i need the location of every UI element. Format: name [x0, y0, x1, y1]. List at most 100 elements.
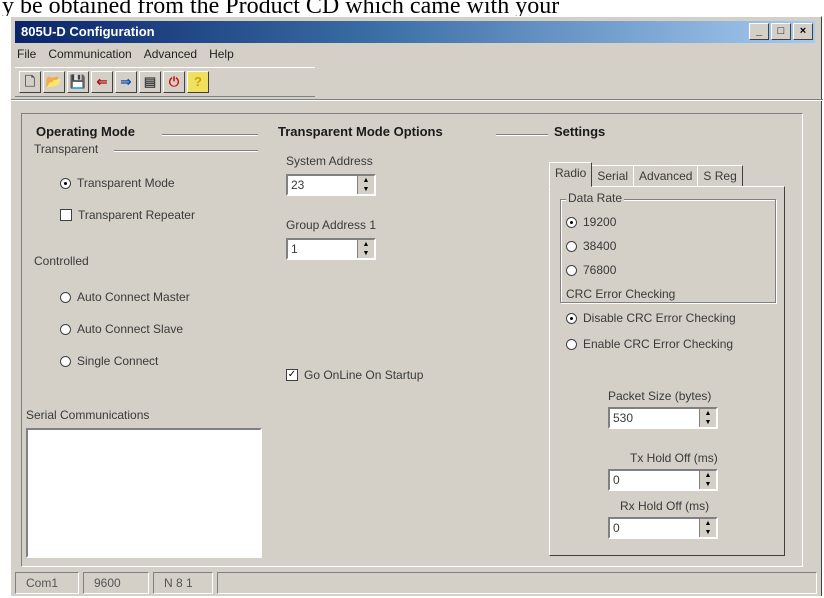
rate-38400-label: 38400	[583, 239, 617, 253]
single-connect-label: Single Connect	[77, 354, 159, 368]
rate-19200-radio[interactable]: 19200	[566, 215, 616, 229]
settings-tabs: Radio Serial Advanced S Reg	[549, 162, 743, 187]
tx-hold-spinner[interactable]: 0 ▲ ▼	[608, 469, 718, 491]
system-address-value: 23	[291, 178, 305, 192]
group-address-value: 1	[291, 242, 298, 256]
system-address-spinner[interactable]: 23 ▲ ▼	[286, 174, 376, 196]
tab-advanced[interactable]: Advanced	[633, 165, 699, 187]
data-rate-label: Data Rate	[566, 191, 625, 205]
title-bar[interactable]: 805U-D Configuration _ □ ×	[15, 21, 815, 43]
rate-19200-label: 19200	[583, 215, 617, 229]
open-icon[interactable]: 📂	[43, 71, 65, 93]
window-title: 805U-D Configuration	[21, 24, 155, 39]
radio-selected-icon	[566, 216, 577, 228]
transparent-repeater-checkbox[interactable]: Transparent Repeater	[60, 208, 195, 222]
crc-disable-label: Disable CRC Error Checking	[583, 311, 736, 325]
crc-enable-label: Enable CRC Error Checking	[583, 337, 734, 351]
checkmark-icon: ✓	[286, 369, 298, 381]
radio-selected-icon	[566, 312, 577, 324]
single-connect-radio[interactable]: Single Connect	[60, 354, 158, 368]
new-icon[interactable]: 🗋	[19, 71, 41, 93]
serial-communications-label: Serial Communications	[26, 408, 150, 422]
group-address-label: Group Address 1	[286, 218, 377, 232]
menu-bar: File Communication Advanced Help	[17, 47, 234, 65]
radio-icon	[566, 338, 577, 350]
menu-help[interactable]: Help	[209, 47, 234, 65]
radio-tab-pane: Data Rate 19200 38400 76800 CRC Error Ch…	[549, 186, 785, 556]
spin-down-icon[interactable]: ▼	[700, 528, 716, 537]
crc-enable-radio[interactable]: Enable CRC Error Checking	[566, 337, 733, 351]
crc-label: CRC Error Checking	[566, 287, 676, 301]
system-address-label: System Address	[286, 154, 373, 168]
spinner-arrows[interactable]: ▲ ▼	[357, 176, 374, 194]
packet-size-spinner[interactable]: 530 ▲ ▼	[608, 407, 718, 429]
power-icon[interactable]: ⏻	[163, 71, 185, 93]
transparent-mode-label: Transparent Mode	[77, 176, 175, 190]
checkbox-icon	[60, 209, 72, 221]
spin-down-icon[interactable]: ▼	[700, 480, 716, 489]
rate-76800-label: 76800	[583, 263, 617, 277]
tab-serial[interactable]: Serial	[591, 165, 635, 187]
spin-up-icon[interactable]: ▲	[700, 519, 716, 528]
transparent-group-rule	[114, 150, 258, 152]
tx-hold-value: 0	[613, 473, 620, 487]
save-icon[interactable]: 💾	[67, 71, 89, 93]
help-icon[interactable]: ?	[187, 71, 209, 93]
auto-connect-master-label: Auto Connect Master	[77, 290, 190, 304]
serial-communications-box[interactable]	[26, 428, 262, 558]
status-bar: Com1 9600 N 8 1	[15, 572, 819, 598]
tab-s-reg[interactable]: S Reg	[697, 165, 743, 187]
rx-hold-label: Rx Hold Off (ms)	[620, 499, 710, 513]
spinner-arrows[interactable]: ▲ ▼	[357, 240, 374, 258]
toolbar-separator	[11, 99, 823, 101]
tab-radio[interactable]: Radio	[549, 162, 593, 187]
crc-disable-radio[interactable]: Disable CRC Error Checking	[566, 311, 736, 325]
spinner-arrows[interactable]: ▲ ▼	[699, 471, 716, 489]
radio-icon	[60, 323, 71, 335]
go-online-checkbox[interactable]: ✓ Go OnLine On Startup	[286, 368, 423, 382]
spin-up-icon[interactable]: ▲	[358, 176, 374, 185]
spin-down-icon[interactable]: ▼	[358, 185, 374, 194]
spin-up-icon[interactable]: ▲	[358, 240, 374, 249]
spin-up-icon[interactable]: ▲	[700, 409, 716, 418]
rate-38400-radio[interactable]: 38400	[566, 239, 616, 253]
spinner-arrows[interactable]: ▲ ▼	[699, 519, 716, 537]
auto-connect-slave-radio[interactable]: Auto Connect Slave	[60, 322, 183, 336]
transparent-options-title: Transparent Mode Options	[276, 124, 445, 139]
controlled-group-label: Controlled	[34, 254, 89, 268]
auto-connect-slave-label: Auto Connect Slave	[77, 322, 184, 336]
close-button[interactable]: ×	[793, 23, 813, 40]
status-message	[217, 572, 817, 594]
radio-icon	[60, 355, 71, 367]
operating-mode-rule	[162, 134, 258, 136]
menu-communication[interactable]: Communication	[48, 47, 131, 65]
rate-76800-radio[interactable]: 76800	[566, 263, 616, 277]
group-address-spinner[interactable]: 1 ▲ ▼	[286, 238, 376, 260]
spin-down-icon[interactable]: ▼	[358, 249, 374, 258]
minimize-button[interactable]: _	[749, 23, 769, 40]
menu-file[interactable]: File	[17, 47, 36, 65]
print-icon[interactable]: ▤	[139, 71, 161, 93]
rx-hold-spinner[interactable]: 0 ▲ ▼	[608, 517, 718, 539]
spin-up-icon[interactable]: ▲	[700, 471, 716, 480]
status-format: N 8 1	[153, 572, 213, 594]
settings-title: Settings	[552, 124, 608, 139]
spin-down-icon[interactable]: ▼	[700, 418, 716, 427]
spinner-arrows[interactable]: ▲ ▼	[699, 409, 716, 427]
status-baud: 9600	[83, 572, 149, 594]
menu-advanced[interactable]: Advanced	[144, 47, 197, 65]
transparent-options-rule	[496, 134, 548, 136]
write-icon[interactable]: ⇒	[115, 71, 137, 93]
packet-size-value: 530	[613, 411, 634, 425]
operating-mode-title: Operating Mode	[34, 124, 137, 139]
auto-connect-master-radio[interactable]: Auto Connect Master	[60, 290, 190, 304]
read-icon[interactable]: ⇐	[91, 71, 113, 93]
tx-hold-label: Tx Hold Off (ms)	[630, 451, 718, 465]
radio-icon	[566, 264, 577, 276]
maximize-button[interactable]: □	[771, 23, 791, 40]
packet-size-label: Packet Size (bytes)	[608, 389, 712, 403]
radio-icon	[60, 291, 71, 303]
transparent-group-label: Transparent	[34, 142, 99, 156]
transparent-mode-radio[interactable]: Transparent Mode	[60, 176, 175, 190]
radio-selected-icon	[60, 177, 71, 189]
